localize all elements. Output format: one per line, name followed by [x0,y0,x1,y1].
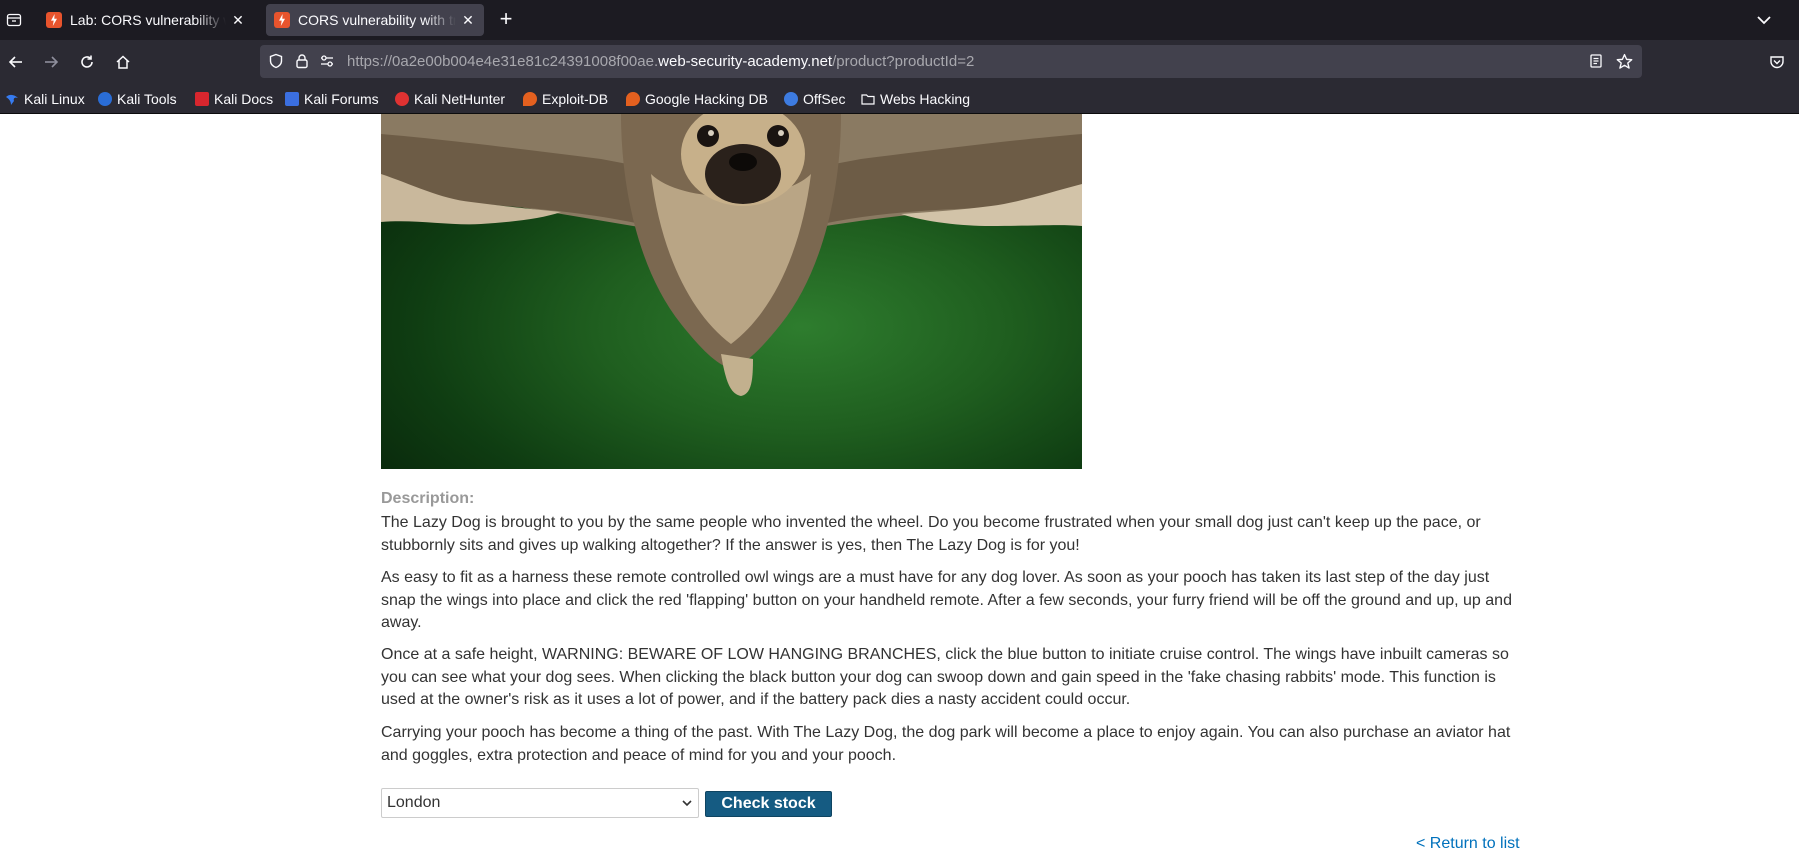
new-tab-icon[interactable]: + [494,8,518,32]
bookmark-folder-webs-hacking[interactable]: Webs Hacking [861,89,970,109]
bookmark-google-hacking-db[interactable]: Google Hacking DB [626,89,768,109]
tab-bar: Lab: CORS vulnerability with trusted nul… [0,0,1799,40]
bookmark-label: Kali Forums [304,91,379,107]
folder-icon [861,92,875,106]
description-paragraph: Once at a safe height, WARNING: BEWARE O… [381,646,1509,708]
bookmark-label: OffSec [803,91,846,107]
tab-title: Lab: CORS vulnerability with trusted nul… [70,12,226,28]
bookmark-kali-linux[interactable]: Kali Linux [5,89,85,109]
portswigger-favicon-icon [274,12,290,28]
return-to-list-link[interactable]: < Return to list [1416,835,1520,853]
url-prefix: https://0a2e00b004e4e31e81c24391008f00ae… [347,53,659,70]
ghdb-icon [626,92,640,106]
bookmark-offsec[interactable]: OffSec [784,89,846,109]
bookmarks-toolbar: Kali Linux Kali Tools Kali Docs Kali For… [0,83,1799,114]
bookmark-label: Webs Hacking [880,91,971,107]
tab-cors-vulnerability[interactable]: CORS vulnerability with trusted null ori… [266,4,484,36]
description-paragraph: The Lazy Dog is brought to you by the sa… [381,514,1481,554]
tab-title: CORS vulnerability with trusted null ori… [298,12,456,28]
kali-docs-icon [195,92,209,106]
chevron-down-icon [680,796,694,810]
bookmark-label: Kali NetHunter [414,91,506,107]
lock-icon[interactable] [293,52,311,70]
bookmark-star-icon[interactable] [1615,52,1633,70]
bookmark-exploit-db[interactable]: Exploit-DB [523,89,608,109]
offsec-icon [784,92,798,106]
permissions-icon[interactable] [318,52,336,70]
selected-store-value: London [387,794,441,811]
reader-view-icon[interactable] [1587,52,1605,70]
store-location-select[interactable]: London [381,788,699,818]
bookmark-label: Kali Tools [117,91,177,107]
bookmark-kali-forums[interactable]: Kali Forums [285,89,379,109]
close-tab-icon[interactable]: ✕ [460,12,476,29]
url-text[interactable]: https://0a2e00b004e4e31e81c24391008f00ae… [347,53,974,70]
bookmark-kali-nethunter[interactable]: Kali NetHunter [395,89,505,109]
navigation-toolbar: https://0a2e00b004e4e31e81c24391008f00ae… [0,40,1799,83]
portswigger-favicon-icon [46,12,62,28]
list-all-tabs-icon[interactable] [1752,8,1776,32]
url-bar[interactable]: https://0a2e00b004e4e31e81c24391008f00ae… [260,45,1642,78]
url-path: /product?productId=2 [832,53,975,70]
bookmark-label: Google Hacking DB [645,91,768,107]
back-icon[interactable] [2,48,30,76]
exploit-db-icon [523,92,537,106]
firefox-view-icon[interactable] [2,7,26,33]
nethunter-icon [395,92,409,106]
bookmark-label: Exploit-DB [542,91,609,107]
description-paragraph: As easy to fit as a harness these remote… [381,569,1512,631]
bookmark-label: Kali Docs [214,91,274,107]
description-paragraph: Carrying your pooch has become a thing o… [381,724,1511,764]
kali-dragon-icon [5,92,19,106]
bookmark-label: Kali Linux [24,91,85,107]
tracking-protection-shield-icon[interactable] [267,52,285,70]
web-page: Description: The Lazy Dog is brought to … [0,114,1799,868]
kali-forums-icon [285,92,299,106]
bookmark-kali-docs[interactable]: Kali Docs [195,89,273,109]
home-icon[interactable] [109,48,137,76]
kali-tools-icon [98,92,112,106]
forward-icon[interactable] [37,48,65,76]
product-image [381,114,1082,469]
bookmark-kali-tools[interactable]: Kali Tools [98,89,177,109]
url-domain: web-security-academy.net [658,53,833,70]
tab-lab-cors[interactable]: Lab: CORS vulnerability with trusted nul… [38,4,254,36]
description-label: Description: [381,490,475,507]
pocket-icon[interactable] [1763,48,1791,76]
close-tab-icon[interactable]: ✕ [230,12,246,29]
check-stock-button[interactable]: Check stock [705,791,832,817]
reload-icon[interactable] [73,48,101,76]
